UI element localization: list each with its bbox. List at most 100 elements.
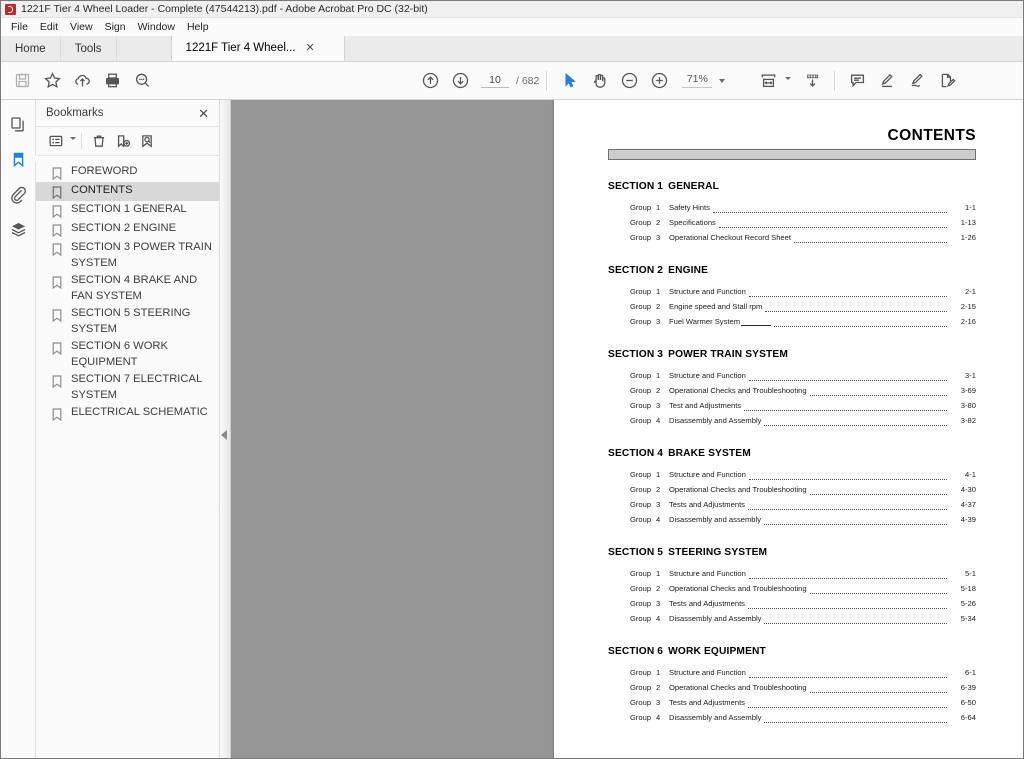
scroll-mode-button[interactable] xyxy=(797,67,827,95)
contents-entry[interactable]: Group 3 Tests and Adjustments 4-37 xyxy=(608,497,976,512)
contents-entry[interactable]: Group 1 Structure and Function 5-1 xyxy=(608,566,976,581)
entry-group-number: 2 xyxy=(656,386,661,395)
page-number-input[interactable] xyxy=(481,73,509,88)
section-name: WORK EQUIPMENT xyxy=(668,646,766,657)
menu-view[interactable]: View xyxy=(64,20,99,34)
contents-entry[interactable]: Group 2 Operational Checks and Troubleshoo… xyxy=(608,383,976,398)
contents-entry[interactable]: Group 4 Disassembly and Assembly 6-64 xyxy=(608,710,976,725)
contents-entry[interactable]: Group 2 Specifications 1-13 xyxy=(608,215,976,230)
contents-entry[interactable]: Group 2 Operational Checks and Troubleshoo… xyxy=(608,482,976,497)
previous-page-button[interactable] xyxy=(415,67,445,95)
add-to-favorites-button[interactable] xyxy=(37,67,67,95)
entry-group-number: 3 xyxy=(656,317,661,326)
delete-bookmark-button[interactable] xyxy=(87,130,111,152)
tab-tools[interactable]: Tools xyxy=(60,36,117,61)
list-item[interactable]: SECTION 5 STEERING SYSTEM xyxy=(36,305,219,338)
fit-page-dropdown-icon[interactable] xyxy=(785,77,791,80)
entry-group-word: Group xyxy=(630,233,652,242)
title-bar: 1221F Tier 4 Wheel Loader - Complete (47… xyxy=(1,1,1023,18)
contents-entry[interactable]: Group 3 Tests and Adjustments 6-50 xyxy=(608,695,976,710)
collapse-panel-left-icon[interactable] xyxy=(221,430,227,440)
menu-help[interactable]: Help xyxy=(181,20,215,34)
list-item[interactable]: SECTION 4 BRAKE AND FAN SYSTEM xyxy=(36,272,219,305)
chevron-down-icon[interactable] xyxy=(719,79,726,83)
zoom-level-value[interactable]: 71% xyxy=(682,73,713,88)
contents-entry[interactable]: Group 3 Fuel Warmer System 2-16 xyxy=(608,314,976,329)
bookmark-icon xyxy=(52,205,65,218)
new-bookmark-button[interactable] xyxy=(111,130,135,152)
list-item[interactable]: CONTENTS xyxy=(36,182,219,201)
section-number: SECTION 3 xyxy=(608,349,664,360)
zoom-out-button[interactable] xyxy=(614,67,644,95)
contents-entry[interactable]: Group 1 Structure and Function 6-1 xyxy=(608,665,976,680)
tab-document[interactable]: 1221F Tier 4 Wheel... ✕ xyxy=(170,36,345,61)
list-item[interactable]: SECTION 1 GENERAL xyxy=(36,201,219,220)
entry-page-number: 3-80 xyxy=(960,401,976,410)
bookmark-options-button[interactable] xyxy=(44,130,68,152)
entry-group-word: Group xyxy=(630,713,652,722)
fit-page-button[interactable] xyxy=(753,67,783,95)
bookmarks-panel-toolbar xyxy=(36,127,219,156)
contents-entry[interactable]: Group 4 Disassembly and assembly 4-39 xyxy=(608,512,976,527)
document-viewer[interactable]: CONTENTS SECTION 1 GENERAL Group 1 Safety Hi… xyxy=(231,100,1023,758)
entry-group-word: Group xyxy=(630,515,652,524)
contents-entry[interactable]: Group 3 Test and Adjustments 3-80 xyxy=(608,398,976,413)
contents-entry[interactable]: Group 1 Safety Hints 1-1 xyxy=(608,200,976,215)
select-tool[interactable] xyxy=(554,67,584,95)
toolbar-divider-1 xyxy=(546,70,548,91)
contents-entry[interactable]: Group 1 Structure and Function 3-1 xyxy=(608,368,976,383)
entry-group-word: Group xyxy=(630,599,652,608)
contents-entry[interactable]: Group 2 Operational Checks and Troubleshoo… xyxy=(608,581,976,596)
list-item[interactable]: FOREWORD xyxy=(36,163,219,182)
upload-to-cloud-button[interactable] xyxy=(67,67,97,95)
bookmark-icon xyxy=(52,224,65,237)
list-item[interactable]: ELECTRICAL SCHEMATIC xyxy=(36,404,219,423)
menu-sign[interactable]: Sign xyxy=(99,20,132,34)
find-bookmark-button[interactable] xyxy=(135,130,159,152)
tab-document-label: 1221F Tier 4 Wheel... xyxy=(185,42,296,54)
list-item-label: SECTION 5 STEERING SYSTEM xyxy=(71,307,191,335)
save-button[interactable] xyxy=(7,67,37,95)
contents-entry[interactable]: Group 3 Tests and Adjustments 5-26 xyxy=(608,596,976,611)
add-comment-button[interactable] xyxy=(842,67,872,95)
contents-entry[interactable]: Group 1 Structure and Function 4-1 xyxy=(608,467,976,482)
highlight-text-button[interactable] xyxy=(872,67,902,95)
list-item[interactable]: SECTION 2 ENGINE xyxy=(36,220,219,239)
list-item[interactable]: SECTION 6 WORK EQUIPMENT xyxy=(36,338,219,371)
list-item[interactable]: SECTION 7 ELECTRICAL SYSTEM xyxy=(36,371,219,404)
entry-group-word: Group xyxy=(630,485,652,494)
panel-splitter[interactable] xyxy=(220,100,231,758)
contents-entry[interactable]: Group 3 Operational Checkout Record Sheet 1… xyxy=(608,230,976,245)
contents-entry[interactable]: Group 1 Structure and Function 2-1 xyxy=(608,284,976,299)
menu-window[interactable]: Window xyxy=(132,20,181,34)
section-name: STEERING SYSTEM xyxy=(668,547,768,558)
menu-edit[interactable]: Edit xyxy=(34,20,64,34)
draw-freeform-button[interactable] xyxy=(902,67,932,95)
close-icon[interactable]: ✕ xyxy=(196,107,211,120)
find-button[interactable] xyxy=(127,67,157,95)
contents-section: SECTION 4 BRAKE SYSTEM Group 1 Structure and… xyxy=(608,448,976,527)
close-icon[interactable]: ✕ xyxy=(306,42,315,54)
entry-group-number: 4 xyxy=(656,416,661,425)
contents-entry[interactable]: Group 2 Engine speed and Stall rpm 2-15 xyxy=(608,299,976,314)
entry-group-number: 1 xyxy=(656,203,661,212)
contents-entry[interactable]: Group 4 Disassembly and Assembly 5-34 xyxy=(608,611,976,626)
zoom-in-button[interactable] xyxy=(644,67,674,95)
section-number: SECTION 4 xyxy=(608,448,664,459)
pan-tool[interactable] xyxy=(584,67,614,95)
bookmark-options-dropdown-icon[interactable] xyxy=(70,136,76,140)
print-button[interactable] xyxy=(97,67,127,95)
zoom-control[interactable]: 71% xyxy=(682,73,726,88)
fill-and-sign-button[interactable] xyxy=(932,67,962,95)
contents-entry[interactable]: Group 4 Disassembly and Assembly 3-82 xyxy=(608,413,976,428)
bookmarks-button[interactable] xyxy=(3,144,38,174)
contents-entry[interactable]: Group 2 Operational Checks and Troubleshoo… xyxy=(608,680,976,695)
attachments-button[interactable] xyxy=(3,179,33,209)
next-page-button[interactable] xyxy=(445,67,475,95)
layers-button[interactable] xyxy=(3,214,33,244)
list-item[interactable]: SECTION 3 POWER TRAIN SYSTEM xyxy=(36,239,219,272)
menu-file[interactable]: File xyxy=(5,20,34,34)
list-item-label: SECTION 3 POWER TRAIN SYSTEM xyxy=(71,241,212,269)
page-thumbnails-button[interactable] xyxy=(3,109,33,139)
tab-home[interactable]: Home xyxy=(1,36,61,61)
